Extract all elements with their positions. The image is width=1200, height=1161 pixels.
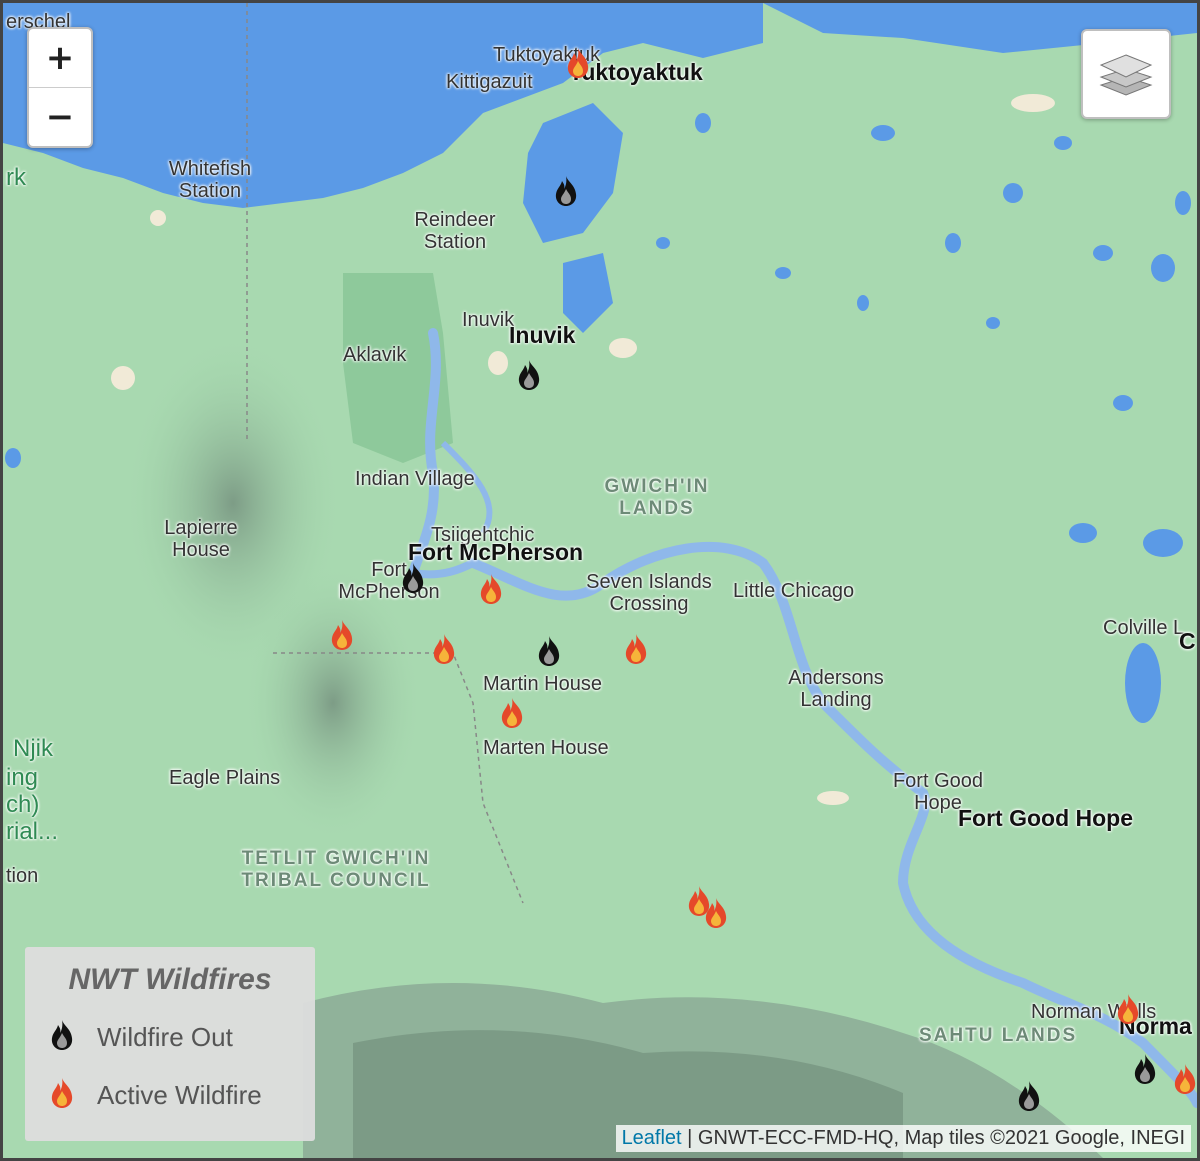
- attribution-text: | GNWT-ECC-FMD-HQ, Map tiles ©2021 Googl…: [681, 1127, 1185, 1149]
- label-line: GWICH'IN: [604, 476, 710, 497]
- region-label-sahtu-lands: SAHTU LANDS: [919, 1025, 1078, 1046]
- legend-panel: NWT Wildfires Wildfire Out Active Wildfi…: [25, 947, 315, 1141]
- label-line: Station: [423, 231, 487, 253]
- park-label-njik-4: rial...: [6, 818, 59, 845]
- layers-button[interactable]: [1081, 29, 1171, 119]
- active-wildfire-marker[interactable]: [623, 633, 649, 665]
- layers-icon: [1099, 54, 1153, 96]
- place-label-lapierre-house: Lapierre House: [160, 517, 242, 561]
- active-wildfire-marker[interactable]: [1172, 1063, 1197, 1095]
- label-line: TRIBAL COUNCIL: [241, 870, 431, 891]
- legend-item-label: Wildfire Out: [97, 1022, 233, 1052]
- label-line: Lapierre: [164, 517, 238, 539]
- place-label-aklavik: Aklavik: [343, 344, 407, 366]
- place-label-marten-house: Marten House: [483, 737, 609, 759]
- fire-active-icon: [49, 1077, 75, 1114]
- place-label-seven-islands-crossing: Seven Islands Crossing: [581, 571, 717, 615]
- place-label-martin-house: Martin House: [483, 673, 602, 695]
- label-line: Station: [178, 180, 242, 202]
- wildfire-out-marker[interactable]: [516, 359, 542, 391]
- place-label-fort-good-hope-major: Fort Good Hope: [958, 805, 1134, 831]
- active-wildfire-marker[interactable]: [565, 47, 591, 79]
- label-line: Andersons: [788, 667, 884, 689]
- active-wildfire-marker[interactable]: [478, 573, 504, 605]
- park-label-njik-5: tion: [6, 865, 39, 887]
- active-wildfire-marker[interactable]: [1115, 993, 1141, 1025]
- place-label-reindeer-station: Reindeer Station: [409, 209, 501, 253]
- label-line: TETLIT GWICH'IN: [241, 848, 431, 869]
- legend-item-active-wildfire: Active Wildfire: [49, 1077, 262, 1114]
- active-wildfire-marker[interactable]: [499, 697, 525, 729]
- label-line: Reindeer: [414, 209, 496, 231]
- place-label-indian-village: Indian Village: [355, 468, 475, 490]
- label-line: House: [172, 539, 230, 561]
- park-label-njik-3: ch): [6, 791, 40, 818]
- park-label-njik-1: Njik: [13, 735, 53, 762]
- leaflet-link[interactable]: Leaflet: [622, 1127, 682, 1149]
- place-label-inuvik-major: Inuvik: [509, 322, 576, 348]
- park-label-njik-2: ing: [6, 764, 39, 791]
- place-label-colville-major: C: [1179, 628, 1196, 654]
- wildfire-out-marker[interactable]: [553, 175, 579, 207]
- park-label-fragment: rk: [6, 164, 26, 191]
- map-attribution: Leaflet | GNWT-ECC-FMD-HQ, Map tiles ©20…: [615, 1125, 1191, 1152]
- zoom-in-button[interactable]: +: [29, 29, 91, 87]
- place-label-kittigazuit: Kittigazuit: [446, 71, 533, 93]
- active-wildfire-marker[interactable]: [329, 619, 355, 651]
- wildfire-out-marker[interactable]: [536, 635, 562, 667]
- place-label-eagle-plains: Eagle Plains: [169, 767, 281, 789]
- zoom-control: + −: [27, 27, 93, 148]
- label-line: Seven Islands: [586, 571, 712, 593]
- label-line: Hope: [914, 792, 962, 814]
- region-label-tetlit-gwichin: TETLIT GWICH'IN TRIBAL COUNCIL: [231, 848, 441, 892]
- map-canvas[interactable]: erschel Tuktoyaktuk Tuktoyaktuk Kittigaz…: [0, 0, 1200, 1161]
- label-line: Landing: [800, 689, 872, 711]
- zoom-out-button[interactable]: −: [29, 87, 91, 146]
- wildfire-out-marker[interactable]: [1016, 1080, 1042, 1112]
- place-label-inuvik: Inuvik: [462, 309, 515, 331]
- place-label-whitefish-station: Whitefish Station: [163, 158, 257, 202]
- legend-item-label: Active Wildfire: [97, 1080, 262, 1110]
- label-line: Fort Good: [892, 770, 984, 792]
- place-label-andersons-landing: Andersons Landing: [781, 667, 891, 711]
- label-line: LANDS: [619, 498, 695, 519]
- fire-out-icon: [49, 1019, 75, 1056]
- region-label-gwichin-lands: GWICH'IN LANDS: [593, 476, 721, 520]
- place-label-colville-lake: Colville L: [1103, 617, 1185, 639]
- legend-item-wildfire-out: Wildfire Out: [49, 1019, 233, 1056]
- legend-title: NWT Wildfires: [68, 963, 272, 996]
- wildfire-out-marker[interactable]: [1132, 1053, 1158, 1085]
- place-label-little-chicago: Little Chicago: [733, 580, 855, 602]
- place-label-fort-mcpherson: Fort McPherson: [333, 559, 445, 603]
- active-wildfire-marker[interactable]: [703, 897, 729, 929]
- label-line: Crossing: [609, 593, 689, 615]
- wildfire-out-marker[interactable]: [400, 562, 426, 594]
- active-wildfire-marker[interactable]: [431, 633, 457, 665]
- label-line: Whitefish: [168, 158, 252, 180]
